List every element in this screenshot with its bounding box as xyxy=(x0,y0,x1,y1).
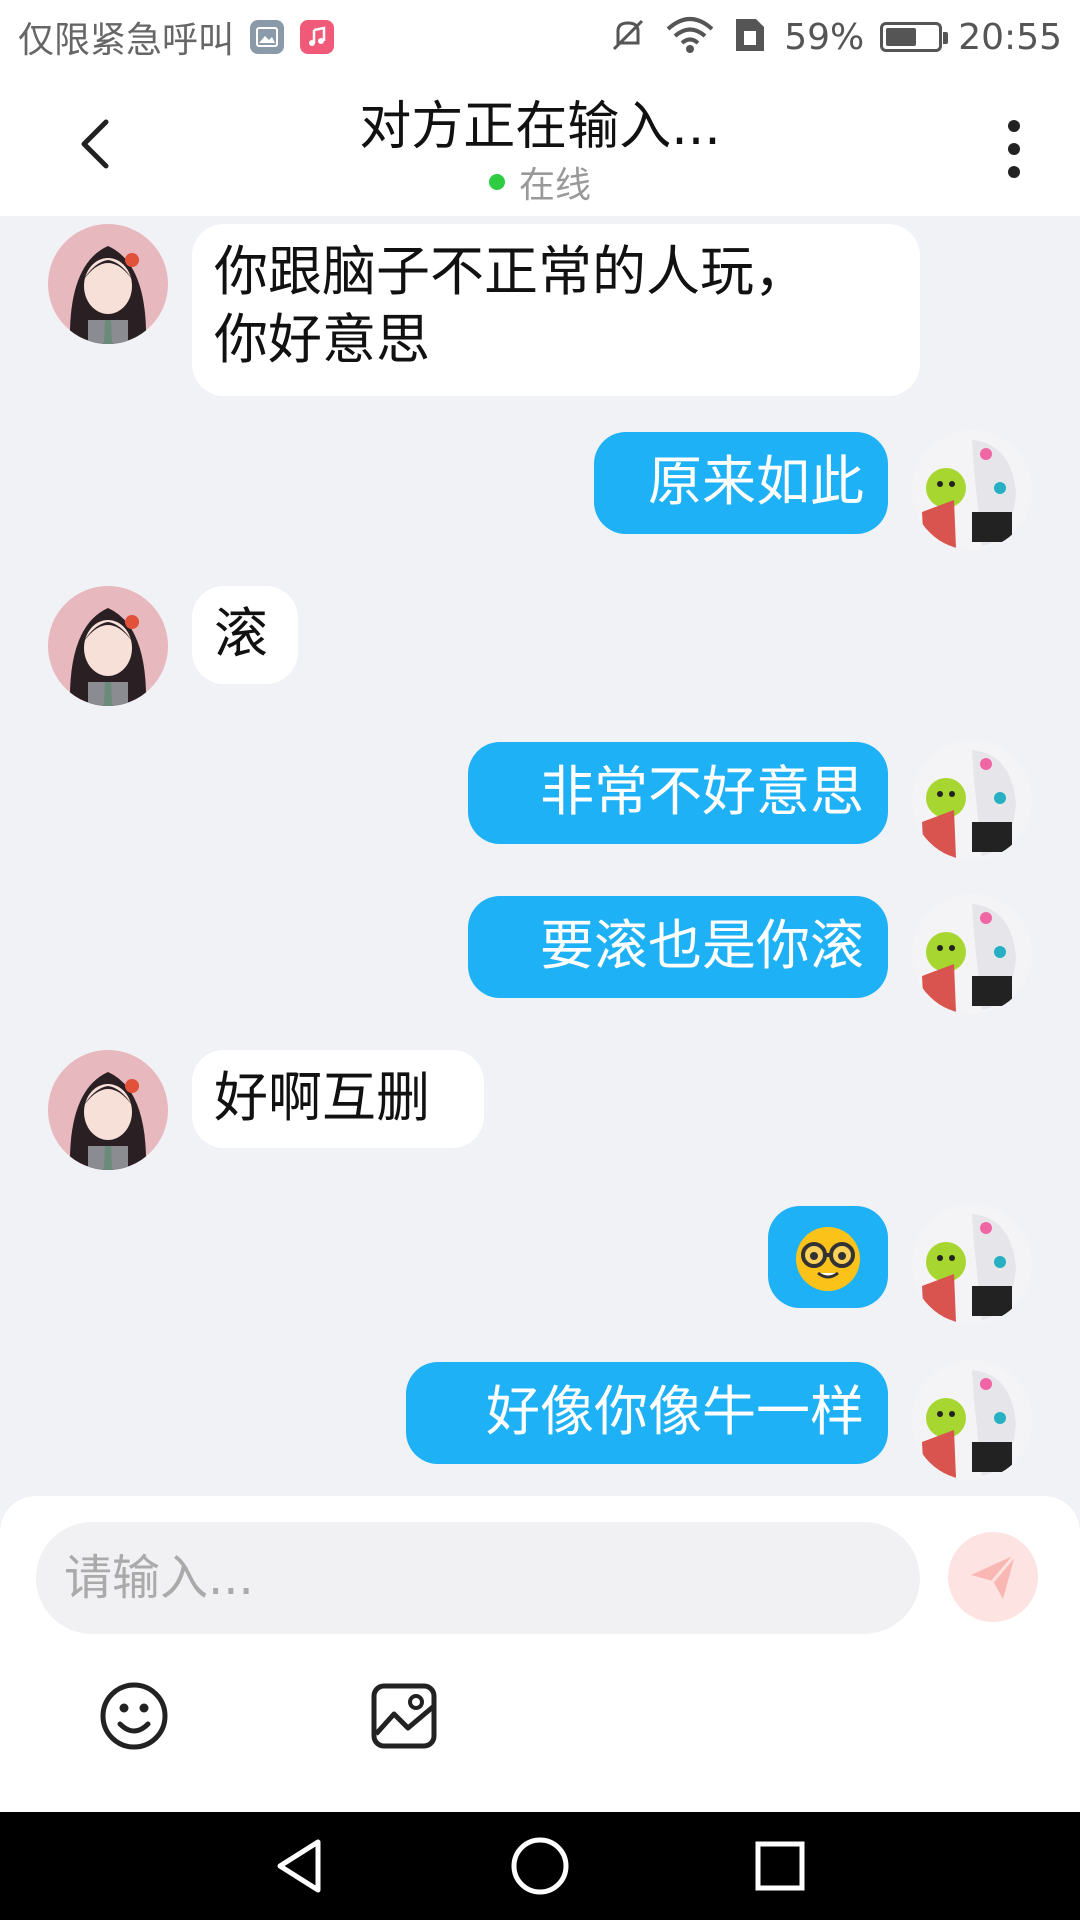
system-nav-bar xyxy=(0,1812,1080,1920)
nerd-face-emoji-icon xyxy=(796,1227,860,1291)
my-avatar[interactable] xyxy=(912,1360,1032,1480)
outgoing-message-bubble[interactable]: 要滚也是你滚 xyxy=(468,896,888,998)
square-recents-icon xyxy=(755,1841,805,1891)
clock: 20:55 xyxy=(958,16,1062,58)
message-input[interactable] xyxy=(36,1522,920,1634)
contact-avatar[interactable] xyxy=(48,586,168,706)
outgoing-message-bubble[interactable]: 原来如此 xyxy=(594,432,888,534)
battery-percent: 59% xyxy=(784,16,865,58)
image-icon xyxy=(371,1683,437,1749)
status-bar: 仅限紧急呼叫 59% 20:55 xyxy=(0,0,1080,74)
my-avatar[interactable] xyxy=(912,740,1032,860)
message-text: 滚 xyxy=(214,602,268,665)
music-notification-icon xyxy=(300,20,335,54)
circle-home-icon xyxy=(511,1837,569,1895)
send-button[interactable] xyxy=(948,1532,1038,1622)
battery-level-fill xyxy=(886,28,916,46)
incoming-message-bubble[interactable]: 滚 xyxy=(192,586,298,684)
chat-title: 对方正在输入... xyxy=(359,97,721,157)
my-avatar[interactable] xyxy=(912,1204,1032,1324)
triangle-back-icon xyxy=(277,1839,321,1893)
contact-avatar[interactable] xyxy=(48,224,168,344)
message-list[interactable]: 你跟脑子不正常的人玩， 你好意思 原来如此 滚 非常不好意思 要滚也是你滚 好啊… xyxy=(0,216,1080,1496)
message-text: 好啊互删 xyxy=(214,1066,430,1129)
nav-home-button[interactable] xyxy=(508,1834,572,1898)
nav-back-button[interactable] xyxy=(268,1834,332,1898)
online-dot-icon xyxy=(488,174,505,190)
more-vertical-icon xyxy=(1008,120,1020,178)
gallery-notification-icon xyxy=(250,20,285,54)
message-text: 非常不好意思 xyxy=(540,760,864,823)
more-options-button[interactable] xyxy=(996,114,1032,184)
online-status: 在线 xyxy=(0,156,1080,208)
send-icon xyxy=(971,1554,1017,1599)
outgoing-message-bubble[interactable]: 好像你像牛一样 xyxy=(406,1362,888,1464)
message-text-line: 你跟脑子不正常的人玩， xyxy=(214,240,808,303)
message-text: 好像你像牛一样 xyxy=(486,1380,864,1443)
my-avatar[interactable] xyxy=(912,894,1032,1014)
chat-header: 对方正在输入... 在线 xyxy=(0,74,1080,216)
online-status-text: 在线 xyxy=(518,165,591,206)
outgoing-message-bubble[interactable]: 非常不好意思 xyxy=(468,742,888,844)
nav-recents-button[interactable] xyxy=(748,1834,812,1898)
mute-icon xyxy=(608,15,648,59)
message-composer xyxy=(0,1496,1080,1812)
emoji-button[interactable] xyxy=(98,1680,170,1752)
incoming-message-bubble[interactable]: 好啊互删 xyxy=(192,1050,484,1148)
carrier-text: 仅限紧急呼叫 xyxy=(18,20,235,61)
message-text-line: 你好意思 xyxy=(214,308,430,371)
wifi-icon xyxy=(664,15,716,59)
message-text: 要滚也是你滚 xyxy=(540,914,864,977)
message-text: 原来如此 xyxy=(648,450,864,513)
battery-icon xyxy=(880,22,949,52)
image-button[interactable] xyxy=(368,1680,440,1752)
sim-card-icon xyxy=(732,15,768,59)
my-avatar[interactable] xyxy=(912,430,1032,550)
smiley-icon xyxy=(100,1682,168,1750)
outgoing-emoji-bubble[interactable] xyxy=(768,1206,888,1308)
incoming-message-bubble[interactable]: 你跟脑子不正常的人玩， 你好意思 xyxy=(192,224,920,396)
contact-avatar[interactable] xyxy=(48,1050,168,1170)
